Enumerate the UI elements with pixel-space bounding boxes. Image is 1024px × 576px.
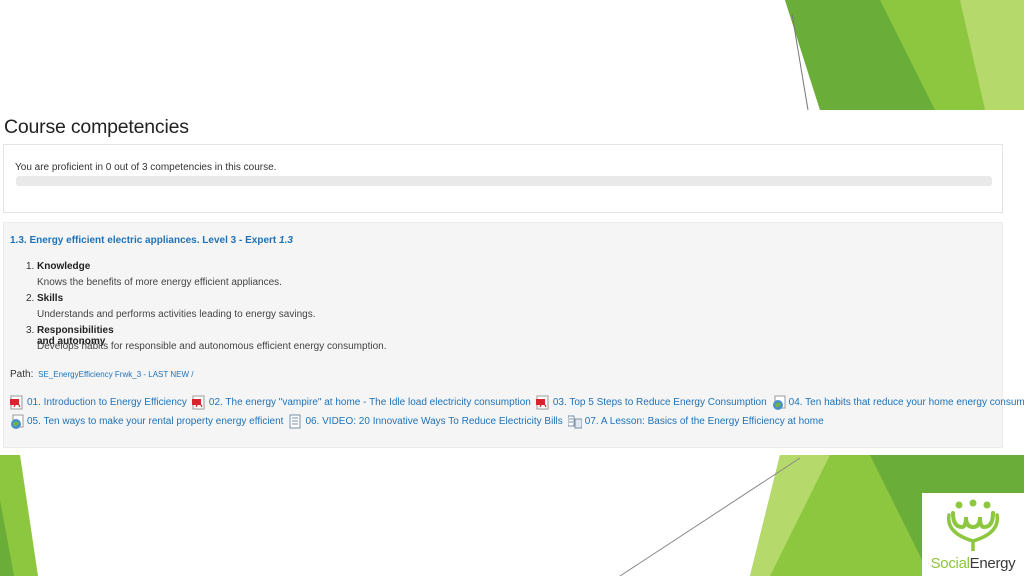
activity-label[interactable]: 02. The energy "vampire" at home - The I… xyxy=(209,397,531,408)
people-plug-icon xyxy=(946,499,1000,551)
section-heading: Knowledge xyxy=(37,261,91,272)
page-title: Course competencies xyxy=(4,116,189,138)
page-icon xyxy=(289,414,301,429)
logo-wordmark: SocialEnergy xyxy=(922,555,1024,572)
pdf-icon xyxy=(10,395,23,410)
path-label: Path: xyxy=(10,369,34,380)
activity-row: 01. Introduction to Energy Efficiency 02… xyxy=(10,394,1024,411)
section-description: Understands and performs activities lead… xyxy=(37,309,316,320)
pdf-icon xyxy=(191,395,205,410)
url-icon xyxy=(11,414,24,429)
proficiency-summary: You are proficient in 0 out of 3 compete… xyxy=(3,144,1003,213)
activity-row: 05. Ten ways to make your rental propert… xyxy=(10,413,829,430)
competency-panel: 1.3. Energy efficient electric appliance… xyxy=(3,222,1024,448)
url-icon xyxy=(772,395,786,410)
lesson-icon xyxy=(567,415,582,429)
activity-label[interactable]: 07. A Lesson: Basics of the Energy Effic… xyxy=(585,416,824,427)
section-number: 1. xyxy=(26,261,35,272)
section-number: 3. xyxy=(26,325,35,336)
activity-label[interactable]: 05. Ten ways to make your rental propert… xyxy=(27,416,283,427)
activity-link[interactable]: 02. The energy "vampire" at home - The I… xyxy=(191,395,531,410)
activity-label[interactable]: 03. Top 5 Steps to Reduce Energy Consump… xyxy=(553,397,767,408)
activity-link[interactable]: 06. VIDEO: 20 Innovative Ways To Reduce … xyxy=(288,414,563,429)
logo-word-energy: Energy xyxy=(969,555,1016,572)
activity-label[interactable]: 04. Ten habits that reduce your home ene… xyxy=(789,397,1024,408)
activity-label[interactable]: 01. Introduction to Energy Efficiency xyxy=(27,397,187,408)
section-number: 2. xyxy=(26,293,35,304)
competency-title[interactable]: 1.3. Energy efficient electric appliance… xyxy=(10,235,276,246)
activity-link[interactable]: 04. Ten habits that reduce your home ene… xyxy=(772,395,1024,410)
competency-path: Path: SE_EnergyEfficiency Frwk_3 - LAST … xyxy=(10,369,193,380)
activity-label[interactable]: 06. VIDEO: 20 Innovative Ways To Reduce … xyxy=(305,416,562,427)
section-heading: Skills xyxy=(37,293,64,304)
competency-title-link[interactable]: 1.3. Energy efficient electric appliance… xyxy=(10,235,293,246)
competency-version[interactable]: 1.3 xyxy=(279,235,293,246)
social-energy-logo: SocialEnergy xyxy=(922,493,1024,576)
activity-link[interactable]: 03. Top 5 Steps to Reduce Energy Consump… xyxy=(535,395,767,410)
activity-link[interactable]: 05. Ten ways to make your rental propert… xyxy=(10,414,283,429)
pdf-icon xyxy=(535,395,549,410)
course-competencies-screenshot: Course competencies You are proficient i… xyxy=(0,110,1024,455)
section-description: Knows the benefits of more energy effici… xyxy=(37,277,282,288)
logo-word-social: Social xyxy=(930,555,970,572)
path-link[interactable]: SE_EnergyEfficiency Frwk_3 - LAST NEW / xyxy=(38,370,193,379)
activity-link[interactable]: 01. Introduction to Energy Efficiency xyxy=(10,395,187,410)
section-description: Develops habits for responsible and auto… xyxy=(37,341,387,352)
activity-link[interactable]: 07. A Lesson: Basics of the Energy Effic… xyxy=(567,414,824,429)
proficiency-text: You are proficient in 0 out of 3 compete… xyxy=(15,162,277,173)
proficiency-progress-bar xyxy=(16,176,992,186)
